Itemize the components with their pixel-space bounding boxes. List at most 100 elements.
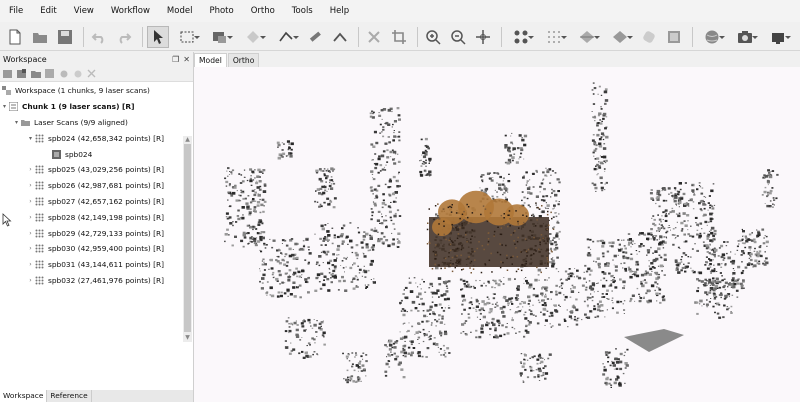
- points-icon[interactable]: [506, 26, 536, 48]
- tab-model[interactable]: Model: [194, 53, 227, 67]
- move-icon[interactable]: [472, 26, 494, 48]
- tree-scan-item[interactable]: › spb028 (42,149,198 points) [R]: [0, 209, 182, 225]
- expand-chevron-icon[interactable]: ›: [26, 277, 35, 284]
- close-icon[interactable]: ✕: [183, 55, 190, 64]
- separator: [142, 26, 143, 47]
- collapse-chevron-icon[interactable]: ▾: [0, 103, 9, 110]
- chunk-label: Chunk 1 (9 laser scans) [R]: [22, 102, 135, 112]
- tree-laser-scans-group[interactable]: ▾ Laser Scans (9/9 aligned): [0, 115, 182, 131]
- undo-icon[interactable]: [88, 26, 110, 48]
- crop-icon[interactable]: [388, 26, 410, 48]
- expand-chevron-icon[interactable]: ›: [26, 214, 35, 221]
- redo-icon[interactable]: [113, 26, 135, 48]
- add-photos-icon[interactable]: [16, 69, 27, 80]
- menu-ortho[interactable]: Ortho: [242, 0, 283, 22]
- add-laser-icon[interactable]: [44, 69, 55, 80]
- menu-bar: File Edit View Workflow Model Photo Orth…: [0, 0, 800, 22]
- scan-label: spb025 (43,029,256 points) [R]: [48, 165, 165, 175]
- expand-chevron-icon[interactable]: ›: [26, 182, 35, 189]
- collapse-chevron-icon[interactable]: ▾: [12, 119, 21, 126]
- menu-file[interactable]: File: [0, 0, 31, 22]
- texture-icon[interactable]: [605, 26, 635, 48]
- globe-icon[interactable]: [697, 26, 727, 48]
- shape-icon[interactable]: [238, 26, 268, 48]
- tree-scrollbar[interactable]: ▲ ▼: [183, 136, 192, 342]
- camera-mode-icon[interactable]: [763, 26, 793, 48]
- laser-scan-icon: [35, 229, 44, 238]
- tree-scan-item[interactable]: › spb025 (43,029,256 points) [R]: [0, 162, 182, 178]
- zoom-out-icon[interactable]: [447, 26, 469, 48]
- scan-label: spb029 (42,729,133 points) [R]: [48, 228, 165, 238]
- expand-chevron-icon[interactable]: ›: [26, 261, 35, 268]
- scroll-up-icon[interactable]: ▲: [183, 136, 192, 144]
- laser-scan-icon: [35, 276, 44, 285]
- tree-chunk[interactable]: ▾ Chunk 1 (9 laser scans) [R]: [0, 99, 182, 115]
- expand-chevron-icon[interactable]: ›: [26, 166, 35, 173]
- panel-tabs: Workspace Reference: [0, 390, 193, 402]
- remove-icon[interactable]: [86, 69, 97, 80]
- open-icon[interactable]: [29, 26, 51, 48]
- scan-label: spb026 (42,987,681 points) [R]: [48, 181, 165, 191]
- menu-workflow[interactable]: Workflow: [102, 0, 158, 22]
- model-viewport[interactable]: [194, 67, 800, 402]
- polyline-icon[interactable]: [271, 26, 301, 48]
- tab-ortho[interactable]: Ortho: [227, 53, 260, 67]
- tree-scan-item[interactable]: › spb029 (42,729,133 points) [R]: [0, 225, 182, 241]
- enable-icon[interactable]: [58, 69, 69, 80]
- workspace-tree: Workspace (1 chunks, 9 laser scans) ▾ Ch…: [0, 83, 182, 343]
- scroll-down-icon[interactable]: ▼: [183, 334, 192, 342]
- select-icon[interactable]: [147, 25, 169, 48]
- tree-workspace[interactable]: Workspace (1 chunks, 9 laser scans): [0, 83, 182, 99]
- zoom-in-icon[interactable]: [422, 26, 444, 48]
- tree-scan-item[interactable]: › spb030 (42,959,400 points) [R]: [0, 241, 182, 257]
- scan-label: spb030 (42,959,400 points) [R]: [48, 244, 165, 254]
- add-chunk-icon[interactable]: [2, 69, 13, 80]
- paint-select-icon[interactable]: [205, 26, 235, 48]
- collapse-chevron-icon[interactable]: ▾: [26, 135, 35, 142]
- tile-icon[interactable]: [638, 26, 660, 48]
- workspace-panel-header: Workspace ❐ ✕: [0, 52, 193, 67]
- ruler-icon[interactable]: [304, 26, 326, 48]
- menu-tools[interactable]: Tools: [283, 0, 321, 22]
- view-tabs: Model Ortho: [194, 53, 260, 67]
- workspace-icon: [2, 86, 11, 96]
- tab-reference[interactable]: Reference: [47, 390, 92, 402]
- disable-icon[interactable]: [72, 69, 83, 80]
- tree-scan-item[interactable]: › spb026 (42,987,681 points) [R]: [0, 178, 182, 194]
- folder-icon: [21, 118, 30, 127]
- main-toolbar: [0, 23, 800, 51]
- menu-edit[interactable]: Edit: [31, 0, 64, 22]
- expand-chevron-icon[interactable]: ›: [26, 230, 35, 237]
- grid-icon[interactable]: [539, 26, 569, 48]
- new-icon[interactable]: [4, 26, 26, 48]
- tree-scan-item[interactable]: › spb031 (43,144,611 points) [R]: [0, 257, 182, 273]
- laser-scan-icon: [35, 134, 44, 143]
- tab-workspace[interactable]: Workspace: [0, 390, 48, 402]
- tree-scan-item[interactable]: › spb032 (27,461,976 points) [R]: [0, 273, 182, 289]
- sub-item-label: spb024: [65, 149, 93, 159]
- dem-icon[interactable]: [663, 26, 685, 48]
- tree-scan-item[interactable]: ▾ spb024 (42,658,342 points) [R]: [0, 130, 182, 146]
- expand-chevron-icon[interactable]: ›: [26, 198, 35, 205]
- shaded-icon[interactable]: [329, 26, 351, 48]
- workspace-toolbar: [0, 67, 193, 82]
- menu-view[interactable]: View: [65, 0, 102, 22]
- rect-select-icon[interactable]: [172, 26, 202, 48]
- separator: [501, 26, 502, 47]
- menu-photo[interactable]: Photo: [200, 0, 241, 22]
- menu-model[interactable]: Model: [158, 0, 201, 22]
- tree-scan-sub-item[interactable]: spb024: [0, 146, 182, 162]
- camera-icon[interactable]: [730, 26, 760, 48]
- model-icon[interactable]: [572, 26, 602, 48]
- tree-scan-item[interactable]: › spb027 (42,657,162 points) [R]: [0, 194, 182, 210]
- scan-label: spb032 (27,461,976 points) [R]: [48, 275, 165, 285]
- menu-help[interactable]: Help: [321, 0, 357, 22]
- scan-label: spb031 (43,144,611 points) [R]: [48, 260, 165, 270]
- expand-chevron-icon[interactable]: ›: [26, 245, 35, 252]
- delete-icon[interactable]: [363, 26, 385, 48]
- add-folder-icon[interactable]: [30, 69, 41, 80]
- separator: [417, 26, 418, 47]
- save-icon[interactable]: [54, 26, 76, 48]
- scrollbar-thumb[interactable]: [184, 144, 191, 332]
- float-icon[interactable]: ❐: [172, 55, 179, 64]
